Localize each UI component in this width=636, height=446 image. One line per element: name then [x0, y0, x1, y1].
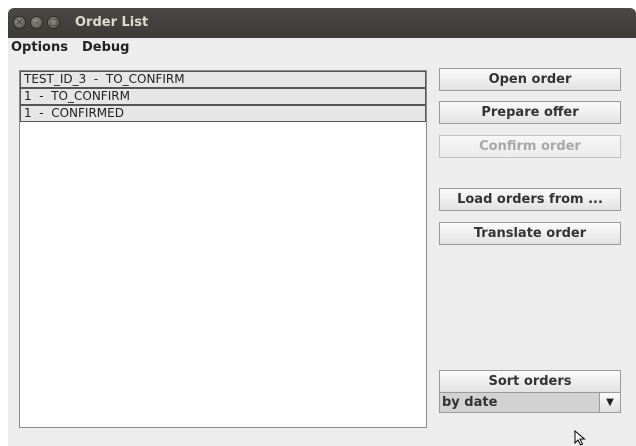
chevron-down-icon[interactable]: ▼	[599, 393, 620, 412]
order-list-window: ✕ – □ Order List Options Debug TEST_ID_3…	[8, 8, 636, 446]
maximize-icon[interactable]: □	[47, 16, 60, 29]
close-icon[interactable]: ✕	[13, 16, 26, 29]
minimize-icon[interactable]: –	[30, 16, 43, 29]
open-order-button[interactable]: Open order	[439, 68, 621, 91]
title-bar[interactable]: ✕ – □ Order List	[8, 8, 636, 38]
list-item[interactable]: 1 - CONFIRMED	[20, 105, 426, 122]
mouse-pointer-icon	[574, 430, 586, 446]
order-list[interactable]: TEST_ID_3 - TO_CONFIRM 1 - TO_CONFIRM 1 …	[19, 70, 427, 428]
menu-debug[interactable]: Debug	[82, 40, 129, 55]
translate-order-button[interactable]: Translate order	[439, 222, 621, 245]
sort-select[interactable]: by date ▼	[439, 392, 621, 413]
prepare-offer-button[interactable]: Prepare offer	[439, 101, 621, 124]
sort-select-value: by date	[442, 395, 498, 410]
list-item[interactable]: TEST_ID_3 - TO_CONFIRM	[20, 71, 426, 88]
menu-bar: Options Debug	[8, 38, 636, 58]
sort-orders-button[interactable]: Sort orders	[439, 370, 621, 393]
confirm-order-button[interactable]: Confirm order	[439, 135, 621, 158]
load-orders-button[interactable]: Load orders from ...	[439, 188, 621, 211]
list-item[interactable]: 1 - TO_CONFIRM	[20, 88, 426, 105]
window-title: Order List	[75, 15, 149, 30]
menu-options[interactable]: Options	[11, 40, 68, 55]
